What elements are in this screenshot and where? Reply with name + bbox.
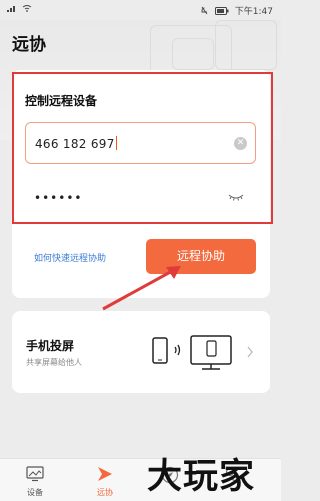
quick-assist-help-link[interactable]: 如何快速远程协助 (34, 251, 106, 264)
text-cursor (115, 136, 117, 150)
section-title: 控制远程设备 (25, 94, 98, 108)
phone-to-monitor-icon (152, 335, 232, 370)
chevron-right-icon (247, 346, 253, 358)
signal-icon (7, 6, 15, 12)
password-value: •••••• (34, 191, 83, 205)
tab-devices[interactable]: 设备 (5, 461, 65, 498)
projection-subtitle: 共享屏幕给他人 (26, 358, 82, 367)
battery-icon (214, 6, 229, 15)
device-id-value: 466 182 697 (35, 137, 115, 151)
projection-title: 手机投屏 (26, 339, 75, 353)
annotation-arrow (102, 266, 181, 311)
remote-arrow-icon (98, 467, 112, 481)
tab-remote-label: 远协 (97, 488, 113, 497)
wifi-icon (22, 5, 32, 12)
status-time: 下午1:47 (234, 7, 273, 17)
mute-icon (201, 6, 208, 15)
device-id-field[interactable]: 466 182 697 ✕ (25, 122, 256, 164)
tab-remote-assist[interactable]: 远协 (75, 461, 135, 498)
monitor-icon (26, 466, 44, 482)
status-bar: 下午1:47 (0, 0, 281, 20)
clear-icon[interactable]: ✕ (234, 137, 247, 150)
password-field[interactable]: •••••• (25, 184, 256, 214)
eye-closed-icon[interactable] (228, 193, 244, 201)
watermark-logo: 大玩家 (147, 457, 256, 497)
page-title: 远协 (12, 35, 46, 55)
tab-devices-label: 设备 (27, 488, 43, 497)
